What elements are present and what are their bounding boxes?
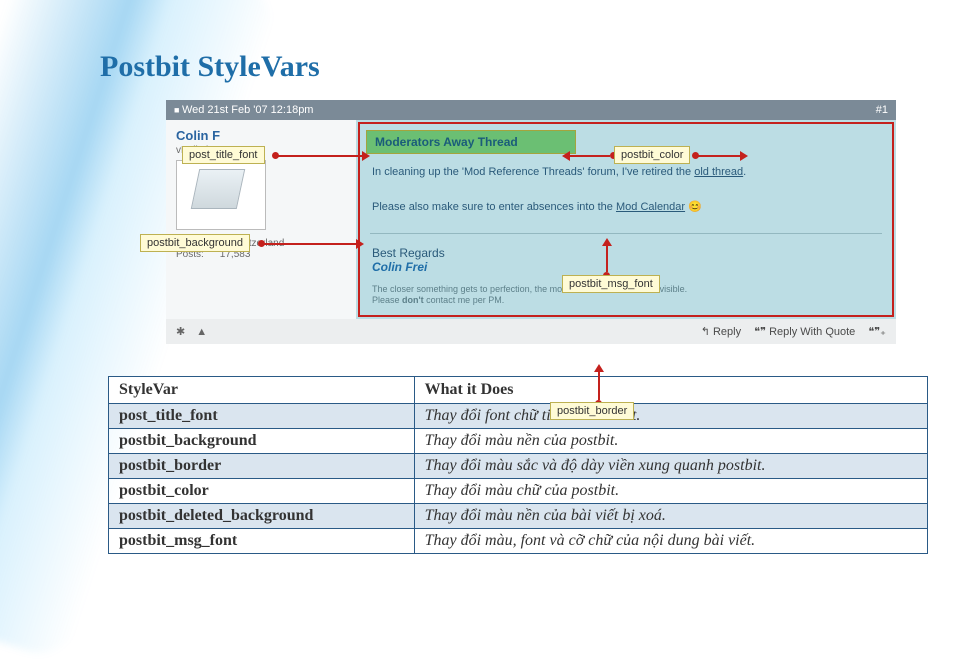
post-username[interactable]: Colin F: [176, 128, 346, 143]
callout-post-title-font: post_title_font: [182, 146, 265, 164]
post-date: Wed 21st Feb '07 12:18pm: [174, 104, 313, 116]
reply-quote-button[interactable]: ❝❞ Reply With Quote: [754, 326, 855, 338]
table-row: post_title_fontThay đổi font chữ tiêu đề…: [109, 404, 928, 429]
link-old-thread[interactable]: old thread: [694, 166, 743, 178]
table-row: postbit_colorThay đổi màu chữ của postbi…: [109, 479, 928, 504]
stylevar-table: StyleVar What it Does post_title_fontTha…: [108, 376, 928, 554]
multiquote-button[interactable]: ❝❞₊: [868, 326, 886, 338]
callout-postbit-msg-font: postbit_msg_font: [562, 275, 660, 293]
table-row: postbit_msg_fontThay đổi màu, font và cỡ…: [109, 529, 928, 554]
postbit-illustration: Wed 21st Feb '07 12:18pm #1 Colin F vBul…: [166, 100, 896, 344]
star-icon[interactable]: ✱: [176, 326, 185, 338]
page-title: Postbit StyleVars: [100, 50, 908, 84]
th-stylevar: StyleVar: [109, 377, 415, 404]
avatar: [176, 160, 266, 230]
post-number: #1: [876, 104, 888, 116]
post-message: In cleaning up the 'Mod Reference Thread…: [360, 154, 892, 227]
post: Wed 21st Feb '07 12:18pm #1 Colin F vBul…: [166, 100, 896, 344]
table-row: postbit_deleted_backgroundThay đổi màu n…: [109, 504, 928, 529]
callout-postbit-border: postbit_border: [550, 402, 634, 420]
quote-icon: ❝❞: [754, 326, 766, 338]
thread-title: Moderators Away Thread: [366, 130, 576, 154]
post-footer: ✱ ▲ ↰ Reply ❝❞ Reply With Quote ❝❞₊: [166, 319, 896, 344]
callout-postbit-color: postbit_color: [614, 146, 690, 164]
callout-postbit-background: postbit_background: [140, 234, 250, 252]
reply-button[interactable]: ↰ Reply: [701, 326, 741, 338]
warn-icon[interactable]: ▲: [196, 326, 207, 338]
post-header: Wed 21st Feb '07 12:18pm #1: [166, 100, 896, 120]
table-header-row: StyleVar What it Does: [109, 377, 928, 404]
table-row: postbit_borderThay đổi màu sắc và độ dày…: [109, 454, 928, 479]
th-desc: What it Does: [414, 377, 927, 404]
reply-icon: ↰: [701, 326, 710, 338]
table-row: postbit_backgroundThay đổi màu nền của p…: [109, 429, 928, 454]
link-mod-calendar[interactable]: Mod Calendar: [616, 201, 685, 213]
smile-icon: 😊: [688, 201, 702, 213]
